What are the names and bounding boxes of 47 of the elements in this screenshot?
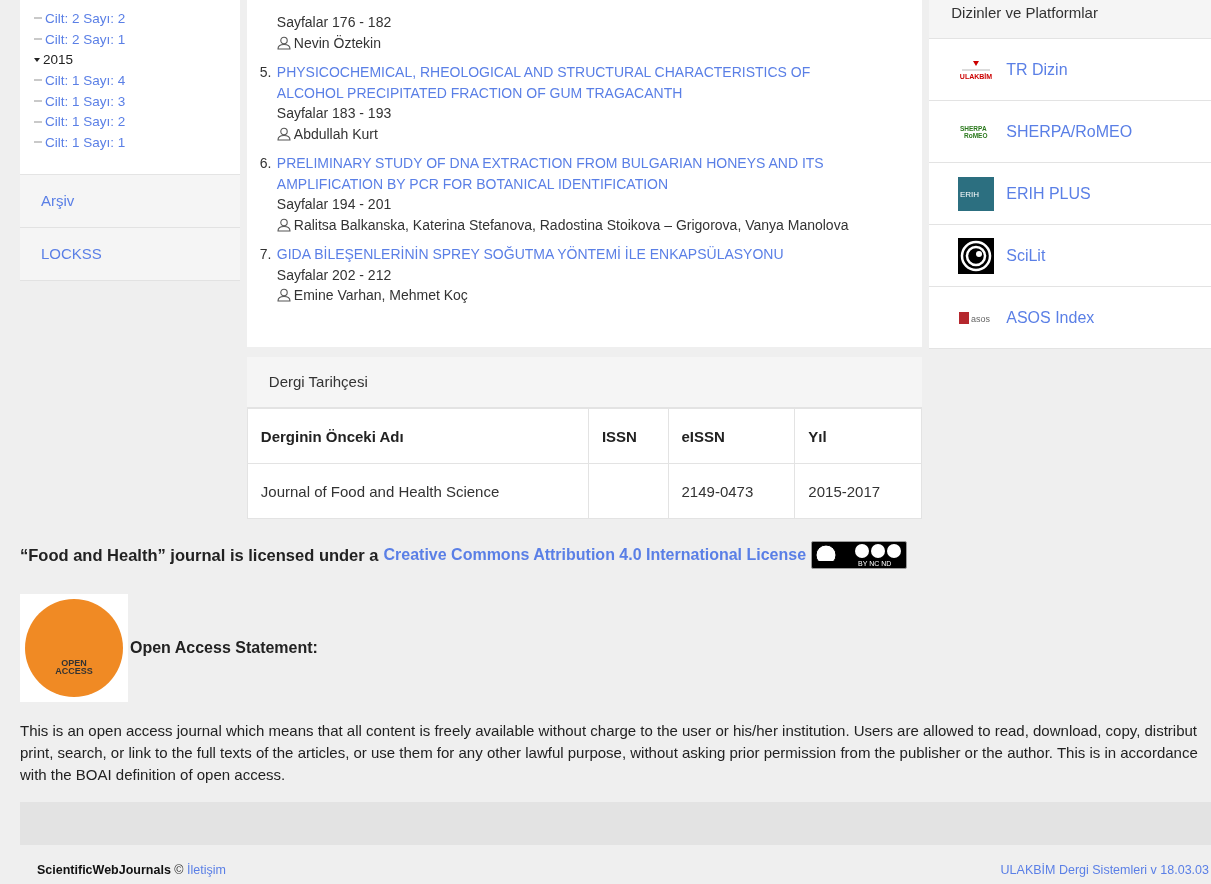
article-authors: Nevin Öztekin [293, 33, 381, 53]
table-cell: Journal of Food and Health Science [247, 463, 589, 519]
article-pages: Sayfalar 202 - 212 [276, 265, 393, 285]
asos-logo: asos [958, 310, 995, 325]
open-access-statement: This is an open access journal which means that all content is freely available without charge to the user or his/her institution. Users are allowed to read, download, copy, distribut print, search, or link to the full texts of the articles, or use them for any other lawful purpose, without asking prior permission from the publisher or the author. This is in accordance with the BOAI definition of open access. [20, 721, 1199, 785]
issue-link[interactable]: Cilt: 2 Sayı: 1 [45, 31, 126, 47]
article-authors: Emine Varhan, Mehmet Koç [293, 286, 468, 305]
open-access-logo: OPEN ACCESS [20, 594, 128, 702]
article-title-link[interactable]: PHYSICOCHEMICAL, RHEOLOGICAL AND STRUCTURAL CHARACTERISTICS OF ALCOHOL PRECIPITATED FRACTION OF GUM TRAGACANTH [276, 62, 837, 103]
index-link[interactable]: ERIH PLUS [1006, 184, 1091, 203]
index-link[interactable]: SciLit [1006, 246, 1046, 265]
article-authors: Ralitsa Balkanska, Katerina Stefanova, Radostina Stoikova – Grigorova, Vanya Manolova [293, 215, 849, 235]
issue-link[interactable]: Cilt: 1 Sayı: 2 [45, 114, 126, 130]
article-number: 6. [259, 154, 273, 173]
version-link[interactable]: ULAKBİM Dergi Sistemleri v 18.03.03 [1000, 863, 1209, 877]
column-header: Derginin Önceki Adı [247, 408, 589, 464]
indexes-heading: Dizinler ve Platformlar [929, 0, 1211, 39]
index-link[interactable]: ASOS Index [1006, 308, 1095, 327]
sidebar-link[interactable]: LOCKSS [20, 228, 240, 281]
issue-link[interactable]: Cilt: 1 Sayı: 4 [45, 72, 126, 88]
footer-copyright: ScientificWebJournals © İletişim [37, 863, 226, 877]
index-link[interactable]: TR Dizin [1006, 60, 1068, 79]
issue-link[interactable]: Cilt: 2 Sayı: 2 [45, 10, 126, 26]
year-item[interactable]: 2015 [43, 52, 74, 68]
issue-link[interactable]: Cilt: 1 Sayı: 3 [45, 93, 126, 109]
article-title-link[interactable]: PRELIMINARY STUDY OF DNA EXTRACTION FROM BULGARIAN HONEYS AND ITS AMPLIFICATION BY PCR FOR BOTANICAL IDENTIFICATION [276, 153, 837, 194]
license-text: “Food and Health” journal is licensed under a [20, 545, 379, 565]
article-number: 7. [259, 245, 273, 264]
article-pages: Sayfalar 194 - 201 [276, 195, 393, 214]
article-authors: Abdullah Kurt [293, 124, 378, 144]
column-header: eISSN [668, 408, 795, 464]
table-cell: 2015-2017 [794, 463, 922, 519]
column-header: ISSN [588, 408, 669, 464]
article-pages: Sayfalar 183 - 193 [276, 104, 393, 123]
article-number: 5. [259, 63, 273, 82]
erih-plus-logo: ERIH [958, 176, 995, 211]
article-pages: Sayfalar 176 - 182 [276, 13, 393, 32]
contact-link[interactable]: İletişim [187, 863, 226, 877]
article-title-link[interactable]: GIDA BİLEŞENLERİNİN SPREY SOĞUTMA YÖNTEMİ İLE ENKAPSÜLASYONU [276, 244, 837, 265]
history-heading: Dergi Tarihçesi [246, 357, 923, 408]
column-header: Yıl [794, 408, 922, 464]
issue-link[interactable]: Cilt: 1 Sayı: 1 [45, 134, 126, 150]
open-access-heading: Open Access Statement: [130, 639, 318, 657]
license-link[interactable]: Creative Commons Attribution 4.0 International License [383, 546, 807, 564]
sidebar-link[interactable]: Arşiv [20, 175, 240, 228]
table-cell: 2149-0473 [668, 463, 795, 519]
index-link[interactable]: SHERPA/RoMEO [1006, 122, 1133, 141]
